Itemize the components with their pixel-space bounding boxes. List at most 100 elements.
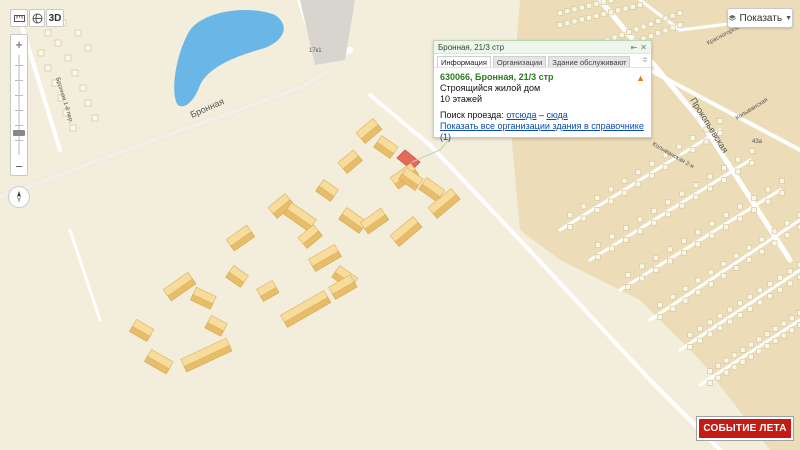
- house: [720, 273, 727, 279]
- zoom-tick: [15, 95, 23, 96]
- house: [594, 195, 601, 201]
- house: [618, 31, 625, 38]
- house: [669, 305, 676, 312]
- zoom-control: + −: [10, 34, 28, 176]
- tab-information[interactable]: Информация: [437, 56, 491, 67]
- house: [681, 249, 687, 256]
- route-from-link[interactable]: отсюда: [506, 110, 536, 120]
- house: [787, 280, 793, 287]
- house: [608, 198, 614, 205]
- balloon-header-title: Бронная, 21/3 стр: [438, 42, 505, 52]
- house: [777, 286, 783, 293]
- all-orgs-row: Показать все организации здания в справо…: [440, 121, 645, 143]
- house: [695, 289, 702, 296]
- house: [739, 359, 746, 365]
- label-house-number: 17к1: [309, 48, 322, 54]
- house: [637, 216, 643, 223]
- zoom-tick: [15, 140, 23, 141]
- route-to-link[interactable]: сюда: [547, 110, 568, 120]
- house: [787, 268, 793, 275]
- house: [747, 305, 753, 312]
- house: [779, 178, 785, 184]
- house: [737, 215, 743, 222]
- house: [669, 293, 676, 300]
- house: [727, 318, 733, 325]
- close-icon[interactable]: ✕: [640, 43, 647, 52]
- house: [571, 6, 578, 13]
- house: [748, 341, 754, 348]
- house: [689, 135, 696, 141]
- house: [695, 277, 702, 284]
- route-dash: –: [536, 110, 547, 120]
- house: [608, 0, 614, 4]
- 3d-view-button[interactable]: 3D: [46, 9, 64, 27]
- route-search-label: Поиск проезда:: [440, 110, 504, 120]
- globe-icon: [32, 13, 42, 23]
- house: [721, 177, 727, 183]
- house: [765, 198, 771, 205]
- house: [772, 325, 779, 332]
- house: [765, 186, 771, 193]
- house: [767, 293, 773, 299]
- zoom-slider-handle[interactable]: [13, 129, 25, 136]
- house: [648, 21, 654, 27]
- house: [780, 320, 787, 327]
- house: [735, 156, 741, 163]
- house: [739, 347, 746, 353]
- house: [84, 99, 92, 107]
- globe-view-button[interactable]: [29, 9, 45, 27]
- label-house-43a: 43а: [752, 139, 763, 145]
- house: [662, 27, 669, 34]
- house: [557, 22, 563, 28]
- house: [749, 160, 755, 166]
- house: [758, 248, 765, 255]
- house: [37, 49, 45, 57]
- tab-organizations[interactable]: Организации: [492, 56, 547, 67]
- house: [626, 29, 632, 35]
- pin-icon[interactable]: ⇤: [631, 43, 638, 52]
- promo-label: СОБЫТИЕ ЛЕТА: [703, 423, 787, 434]
- all-orgs-link[interactable]: Показать все организации здания в справо…: [440, 121, 644, 131]
- show-layers-button[interactable]: Показать ▼: [727, 8, 793, 28]
- zoom-tick: [15, 65, 23, 66]
- house: [639, 263, 645, 270]
- house: [733, 265, 740, 271]
- house: [715, 362, 722, 369]
- house: [667, 246, 673, 253]
- house: [682, 285, 689, 292]
- promo-banner[interactable]: СОБЫТИЕ ЛЕТА: [697, 417, 793, 440]
- house: [557, 10, 563, 16]
- house: [707, 331, 713, 338]
- house: [44, 29, 52, 37]
- house: [697, 325, 703, 332]
- house: [709, 220, 715, 227]
- house: [580, 215, 587, 222]
- house: [756, 348, 762, 355]
- house: [757, 287, 763, 294]
- house: [735, 168, 741, 175]
- house: [733, 253, 740, 259]
- house: [635, 169, 642, 176]
- house: [608, 9, 614, 16]
- house: [687, 344, 693, 350]
- house: [746, 244, 752, 251]
- house: [623, 237, 629, 243]
- zoom-in-button[interactable]: +: [11, 36, 27, 52]
- house: [567, 212, 573, 218]
- house: [71, 69, 79, 77]
- house: [657, 302, 663, 308]
- house: [779, 190, 785, 196]
- tab-building-services[interactable]: Здание обслуживают: [548, 56, 631, 67]
- house: [580, 203, 587, 210]
- house: [637, 228, 643, 235]
- zoom-out-button[interactable]: −: [11, 158, 27, 174]
- house: [715, 374, 722, 381]
- warning-icon[interactable]: ▲: [636, 73, 645, 83]
- house: [707, 319, 713, 326]
- ruler-button[interactable]: [10, 9, 28, 27]
- house: [564, 20, 571, 27]
- scroll-toggle-icon[interactable]: ≑: [642, 56, 648, 67]
- map-canvas[interactable]: Бронная Бронная 1-й пер. Прокопьевская К…: [0, 0, 800, 450]
- house: [623, 225, 629, 231]
- compass-button[interactable]: [8, 186, 30, 208]
